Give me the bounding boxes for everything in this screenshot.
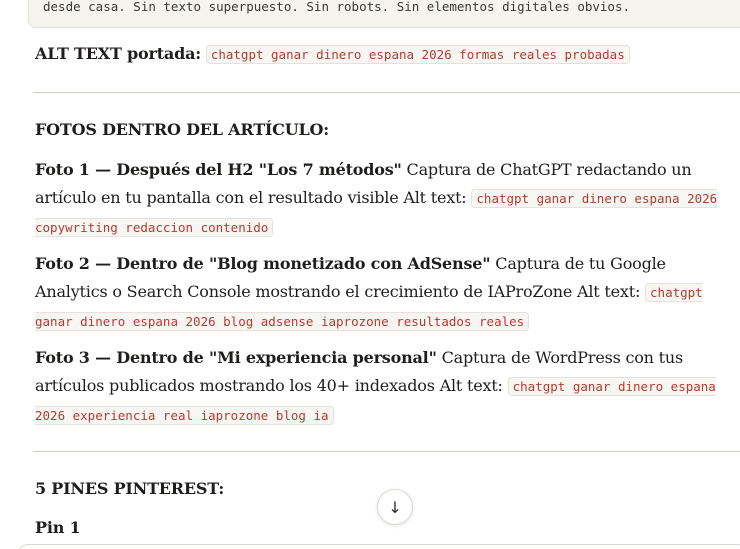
- foto-item-1: Foto 1 — Después del H2 "Los 7 métodos" …: [35, 156, 735, 242]
- divider: [33, 451, 740, 452]
- foto-title: Foto 1 — Después del H2 "Los 7 métodos": [35, 160, 402, 179]
- fotos-heading: FOTOS DENTRO DEL ARTÍCULO:: [35, 116, 735, 144]
- foto-title: Foto 2 — Dentro de "Blog monetizado con …: [35, 254, 491, 273]
- pin-1-heading-text: Pin 1: [35, 518, 81, 537]
- foto-item-3: Foto 3 — Dentro de "Mi experiencia perso…: [35, 344, 735, 430]
- fotos-heading-text: FOTOS DENTRO DEL ARTÍCULO:: [35, 120, 329, 139]
- code-block: desde casa. Sin texto superpuesto. Sin r…: [28, 0, 740, 28]
- arrow-down-icon: ↓: [388, 497, 402, 517]
- foto-title: Foto 3 — Dentro de "Mi experiencia perso…: [35, 348, 437, 367]
- pines-heading-text: 5 PINES PINTEREST:: [35, 479, 225, 498]
- scroll-to-bottom-button[interactable]: ↓: [377, 489, 413, 525]
- composer-edge: [18, 544, 740, 549]
- divider: [33, 92, 740, 93]
- alt-portada-line: ALT TEXT portada: chatgpt ganar dinero e…: [35, 40, 735, 69]
- alt-portada-code: chatgpt ganar dinero espana 2026 formas …: [205, 45, 630, 64]
- foto-item-2: Foto 2 — Dentro de "Blog monetizado con …: [35, 250, 735, 336]
- code-block-text: desde casa. Sin texto superpuesto. Sin r…: [43, 0, 630, 14]
- alt-portada-label: ALT TEXT portada:: [35, 44, 201, 63]
